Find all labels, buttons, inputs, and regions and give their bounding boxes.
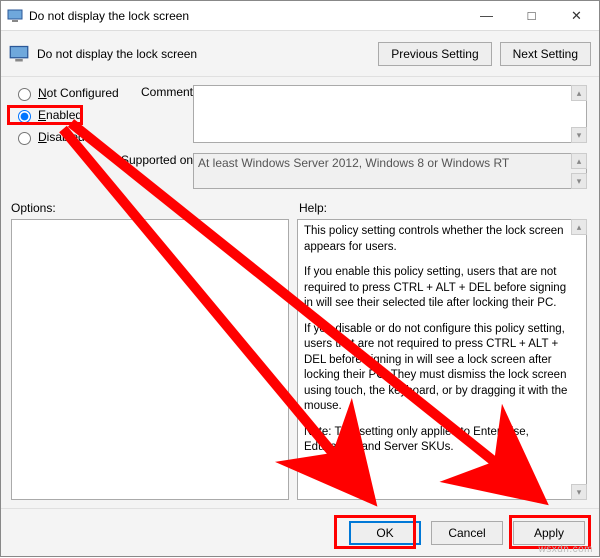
ok-button[interactable]: OK (349, 521, 421, 545)
help-paragraph: Note: This setting only applies to Enter… (304, 425, 568, 456)
help-paragraph: This policy setting controls whether the… (304, 224, 568, 255)
cancel-button[interactable]: Cancel (431, 521, 503, 545)
comment-label: Comment: (141, 85, 196, 99)
radio-enabled-label: Enabled (38, 108, 82, 122)
comment-textarea[interactable] (193, 85, 587, 143)
radio-disabled-input[interactable] (18, 132, 31, 145)
radio-not-configured-input[interactable] (18, 88, 31, 101)
state-radio-group: Not Configured Enabled Disabled (13, 85, 133, 151)
radio-not-configured-label: Not Configured (38, 86, 119, 100)
supported-on-label: Supported on: (121, 153, 196, 167)
apply-button[interactable]: Apply (513, 521, 585, 545)
help-paragraph: If you disable or do not configure this … (304, 322, 568, 415)
options-panel (11, 219, 289, 500)
radio-enabled[interactable]: Enabled (13, 107, 133, 123)
policy-icon (9, 44, 29, 64)
window-title: Do not display the lock screen (29, 9, 464, 23)
help-label: Help: (299, 201, 327, 215)
help-scroll-up-icon[interactable]: ▴ (571, 219, 587, 235)
next-setting-button[interactable]: Next Setting (500, 42, 591, 66)
previous-setting-button[interactable]: Previous Setting (378, 42, 491, 66)
supported-scroll-down-icon[interactable]: ▾ (571, 173, 587, 189)
radio-enabled-input[interactable] (18, 110, 31, 123)
watermark: wsxdn.com (538, 544, 593, 555)
close-button[interactable]: ✕ (554, 1, 599, 31)
supported-on-text: At least Windows Server 2012, Windows 8 … (193, 153, 587, 189)
radio-not-configured[interactable]: Not Configured (13, 85, 133, 101)
policy-header: Do not display the lock screen Previous … (1, 31, 599, 77)
help-scroll-down-icon[interactable]: ▾ (571, 484, 587, 500)
supported-scroll-up-icon[interactable]: ▴ (571, 153, 587, 169)
help-panel: This policy setting controls whether the… (297, 219, 587, 500)
window-icon (7, 8, 23, 24)
main-panel: Not Configured Enabled Disabled Comment:… (1, 77, 599, 508)
title-bar: Do not display the lock screen — □ ✕ (1, 1, 599, 31)
dialog-footer: OK Cancel Apply (1, 508, 599, 556)
help-paragraph: If you enable this policy setting, users… (304, 265, 568, 312)
policy-title: Do not display the lock screen (37, 47, 370, 61)
maximize-button[interactable]: □ (509, 1, 554, 31)
comment-scroll-up-icon[interactable]: ▴ (571, 85, 587, 101)
radio-disabled-label: Disabled (38, 130, 85, 144)
minimize-button[interactable]: — (464, 1, 509, 31)
radio-disabled[interactable]: Disabled (13, 129, 133, 145)
comment-scroll-down-icon[interactable]: ▾ (571, 127, 587, 143)
options-label: Options: (11, 201, 56, 215)
